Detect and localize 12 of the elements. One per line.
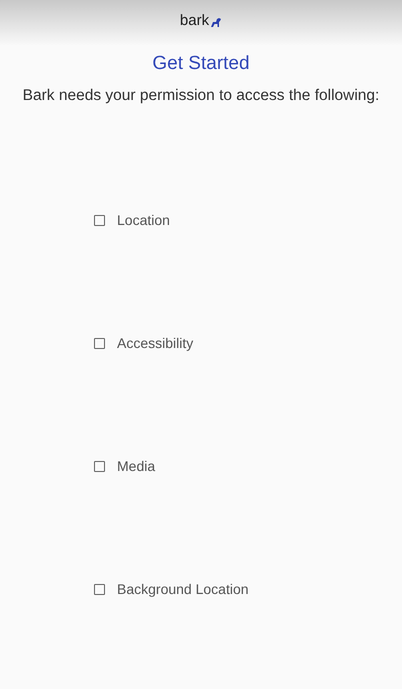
permission-label: Location xyxy=(117,212,170,228)
subtitle-text: Bark needs your permission to access the following: xyxy=(22,86,380,106)
checkbox[interactable] xyxy=(94,338,105,348)
dog-icon xyxy=(210,16,222,28)
page-title: Get Started xyxy=(152,52,250,76)
checkbox[interactable] xyxy=(94,584,105,594)
permission-label: Media xyxy=(117,458,156,474)
logo-text: bark xyxy=(180,12,210,30)
permission-label: Background Location xyxy=(117,581,249,597)
checkbox[interactable] xyxy=(94,460,105,472)
permission-label: Accessibility xyxy=(117,335,194,351)
checkbox[interactable] xyxy=(94,214,105,226)
